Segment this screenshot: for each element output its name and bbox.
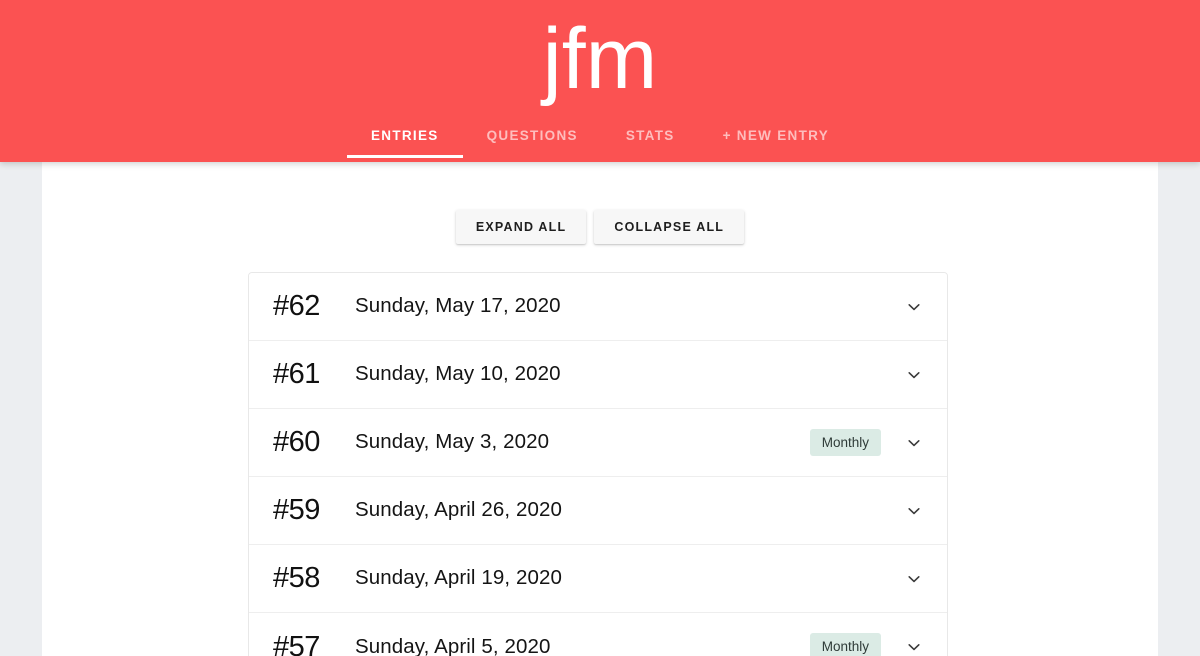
- nav-item-label: ENTRIES: [370, 128, 439, 143]
- entry-row[interactable]: #57 Sunday, April 5, 2020 Monthly: [249, 613, 947, 656]
- entry-number: #58: [273, 562, 320, 594]
- entry-date: Sunday, April 26, 2020: [355, 498, 562, 522]
- nav-item-label: QUESTIONS: [486, 128, 578, 143]
- entry-row[interactable]: #62 Sunday, May 17, 2020: [249, 273, 947, 341]
- entry-number: #59: [273, 494, 320, 526]
- entry-row[interactable]: #58 Sunday, April 19, 2020: [249, 545, 947, 613]
- chevron-down-icon[interactable]: [903, 568, 925, 590]
- nav-item-label: STATS: [625, 128, 675, 143]
- expand-all-button[interactable]: EXPAND ALL: [455, 210, 587, 244]
- nav-item-label: + NEW ENTRY: [722, 128, 829, 143]
- chevron-down-icon[interactable]: [903, 500, 925, 522]
- entry-date: Sunday, May 3, 2020: [355, 430, 550, 454]
- entry-number: #62: [273, 290, 320, 322]
- main-nav: ENTRIES QUESTIONS STATS + NEW ENTRY: [0, 120, 1200, 162]
- chevron-down-icon[interactable]: [903, 636, 925, 656]
- nav-item-new-entry[interactable]: + NEW ENTRY: [699, 120, 853, 162]
- site-header: jfm ENTRIES QUESTIONS STATS + NEW ENTRY: [0, 0, 1200, 162]
- entries-toolbar: EXPAND ALL COLLAPSE ALL: [0, 210, 1200, 244]
- entry-row[interactable]: #61 Sunday, May 10, 2020: [249, 341, 947, 409]
- entry-row[interactable]: #59 Sunday, April 26, 2020: [249, 477, 947, 545]
- entry-date: Sunday, May 17, 2020: [355, 294, 561, 318]
- collapse-all-button[interactable]: COLLAPSE ALL: [594, 210, 745, 244]
- entry-date: Sunday, May 10, 2020: [355, 362, 561, 386]
- app-page: jfm ENTRIES QUESTIONS STATS + NEW ENTRY EXP…: [0, 0, 1200, 656]
- entry-row[interactable]: #60 Sunday, May 3, 2020 Monthly: [249, 409, 947, 477]
- entry-number: #61: [273, 358, 320, 390]
- entry-date: Sunday, April 5, 2020: [355, 634, 551, 656]
- entry-tag-badge: Monthly: [809, 428, 881, 457]
- entry-date: Sunday, April 19, 2020: [355, 566, 562, 590]
- site-logo: jfm: [542, 11, 658, 107]
- entries-list: #62 Sunday, May 17, 2020 #61 Sunday, May 10…: [248, 272, 948, 656]
- entry-tag-badge: Monthly: [809, 633, 881, 656]
- chevron-down-icon[interactable]: [903, 296, 925, 318]
- entry-number: #57: [273, 630, 320, 656]
- entry-number: #60: [273, 426, 320, 458]
- nav-item-entries[interactable]: ENTRIES: [346, 120, 463, 162]
- chevron-down-icon[interactable]: [903, 432, 925, 454]
- nav-item-questions[interactable]: QUESTIONS: [463, 120, 602, 162]
- nav-item-stats[interactable]: STATS: [602, 120, 699, 162]
- chevron-down-icon[interactable]: [903, 364, 925, 386]
